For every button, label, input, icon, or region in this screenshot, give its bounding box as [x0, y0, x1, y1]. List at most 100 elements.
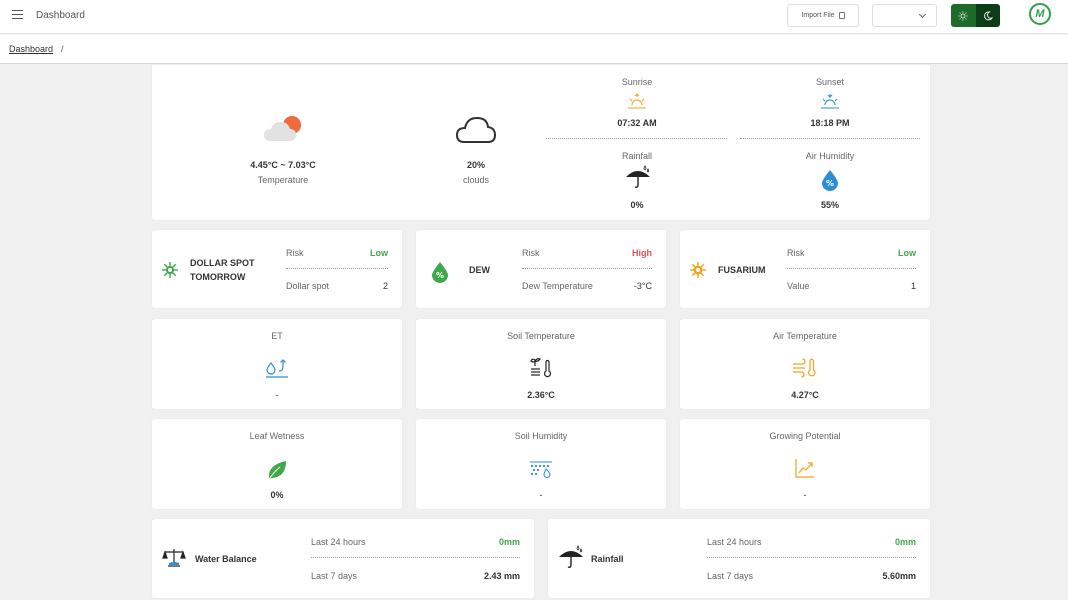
page-title: Dashboard [36, 10, 85, 21]
metric-label: Soil Humidity [514, 431, 568, 441]
balance-row2-value: 5.60mm [882, 571, 916, 581]
light-mode-button[interactable] [951, 4, 976, 27]
weather-divider [740, 138, 920, 139]
sunrise-label: Sunrise [621, 77, 653, 87]
risk-level-badge: Low [370, 248, 388, 258]
metric-label: ET [271, 331, 283, 341]
sunset-icon [821, 94, 839, 109]
balance-row1-label: Last 24 hours [311, 537, 366, 547]
svg-text:%: % [826, 179, 834, 188]
metric-label: Soil Temperature [507, 331, 575, 341]
sunrise-value: 07:32 AM [617, 118, 657, 128]
risk-level-badge: High [632, 248, 652, 258]
virus-icon [162, 262, 178, 278]
rainfall-value: 0% [630, 200, 644, 210]
risk-metric-value: -3°C [633, 281, 652, 291]
balance-title: Rainfall [591, 554, 624, 564]
breadcrumb-separator: / [61, 44, 64, 54]
balance-row1-value: 0mm [498, 537, 520, 547]
svg-text:%: % [436, 271, 444, 280]
soil-drop-icon [530, 461, 552, 478]
theme-toggle [951, 4, 1000, 27]
rainfall-card: Rainfall Last 24 hours 0mm Last 7 days 5… [548, 519, 930, 598]
file-icon [838, 12, 845, 19]
breadcrumb-dashboard-link[interactable]: Dashboard [9, 44, 53, 54]
moon-icon [983, 11, 993, 20]
balance-row1-value: 0mm [894, 537, 916, 547]
air-humidity-label: Air Humidity [805, 151, 855, 161]
risk-label: Risk [787, 248, 805, 258]
risk-divider [522, 268, 652, 269]
risk-divider [286, 268, 388, 269]
metric-value: 2.36°C [527, 390, 555, 400]
soil-humidity-card: Soil Humidity - [416, 419, 666, 509]
leaf-icon [268, 461, 286, 480]
metric-label: Growing Potential [769, 431, 841, 441]
partly-cloudy-icon [264, 116, 301, 141]
chevron-down-icon [918, 10, 927, 19]
temperature-value: 4.45°C ~ 7.03°C [250, 160, 316, 170]
weather-card: 4.45°C ~ 7.03°C Temperature 20% clouds S… [152, 65, 930, 220]
sun-icon [958, 10, 968, 21]
risk-title-line1: FUSARIUM [718, 265, 766, 275]
sunset-label: Sunset [815, 77, 845, 87]
risk-title-line1: DOLLAR SPOT [190, 258, 255, 268]
leaf-wetness-card: Leaf Wetness 0% [152, 419, 402, 509]
metric-value: - [539, 490, 543, 500]
soil-temperature-card: Soil Temperature 2.36°C [416, 319, 666, 409]
growth-chart-icon [795, 459, 814, 478]
top-bar: Dashboard Import File M [0, 0, 1068, 34]
air-humidity-value: 55% [820, 200, 840, 210]
balance-divider [311, 557, 520, 558]
air-temperature-card: Air Temperature 4.27°C [680, 319, 930, 409]
humidity-drop-icon: % [822, 170, 838, 191]
dew-percent-icon: % [432, 262, 448, 283]
balance-row2-value: 2.43 mm [483, 571, 520, 581]
risk-metric-value: 2 [382, 281, 388, 291]
location-select[interactable] [872, 4, 937, 27]
soil-thermometer-icon [530, 358, 552, 378]
balance-row2-label: Last 7 days [311, 571, 358, 581]
fusarium-card: FUSARIUM Risk Low Value 1 [680, 230, 930, 308]
import-file-label: Import File [801, 12, 835, 19]
dew-card: % DEW Risk High Dew Temperature -3°C [416, 230, 666, 308]
brand-logo-icon[interactable]: M [1029, 3, 1051, 25]
risk-metric-label: Dew Temperature [522, 281, 593, 291]
weather-divider [546, 138, 727, 139]
sunset-value: 18:18 PM [810, 118, 850, 128]
metric-value: 4.27°C [791, 390, 819, 400]
umbrella-rain-icon [626, 165, 650, 188]
risk-metric-label: Dollar spot [286, 281, 330, 291]
hamburger-menu-icon[interactable] [12, 10, 23, 21]
risk-title-line2: TOMORROW [190, 272, 246, 282]
dark-mode-button[interactable] [975, 4, 1000, 27]
evapotranspiration-icon [266, 359, 288, 378]
sunrise-icon [628, 93, 646, 109]
clouds-label: clouds [462, 175, 490, 185]
growing-potential-card: Growing Potential - [680, 419, 930, 509]
metric-label: Leaf Wetness [249, 431, 305, 441]
balance-scale-icon [162, 549, 186, 567]
fungus-icon [690, 262, 706, 278]
risk-level-badge: Low [898, 248, 916, 258]
dollar-spot-card: DOLLAR SPOT TOMORROW Risk Low Dollar spo… [152, 230, 402, 308]
rainfall-label: Rainfall [621, 151, 653, 161]
clouds-value: 20% [466, 160, 486, 170]
wind-thermometer-icon [793, 358, 816, 378]
risk-label: Risk [522, 248, 540, 258]
risk-divider [787, 268, 916, 269]
balance-title: Water Balance [195, 554, 257, 564]
metric-value: - [275, 390, 279, 400]
risk-metric-label: Value [787, 281, 810, 291]
risk-metric-value: 1 [910, 281, 916, 291]
et-card: ET - [152, 319, 402, 409]
import-file-button[interactable]: Import File [787, 4, 859, 27]
cloud-icon [455, 116, 497, 143]
metric-value: - [803, 490, 807, 500]
umbrella-rain-icon [559, 545, 583, 568]
metric-value: 0% [270, 490, 284, 500]
risk-title-line1: DEW [469, 265, 490, 275]
water-balance-card: Water Balance Last 24 hours 0mm Last 7 d… [152, 519, 534, 598]
temperature-label: Temperature [257, 175, 309, 185]
balance-row2-label: Last 7 days [707, 571, 754, 581]
